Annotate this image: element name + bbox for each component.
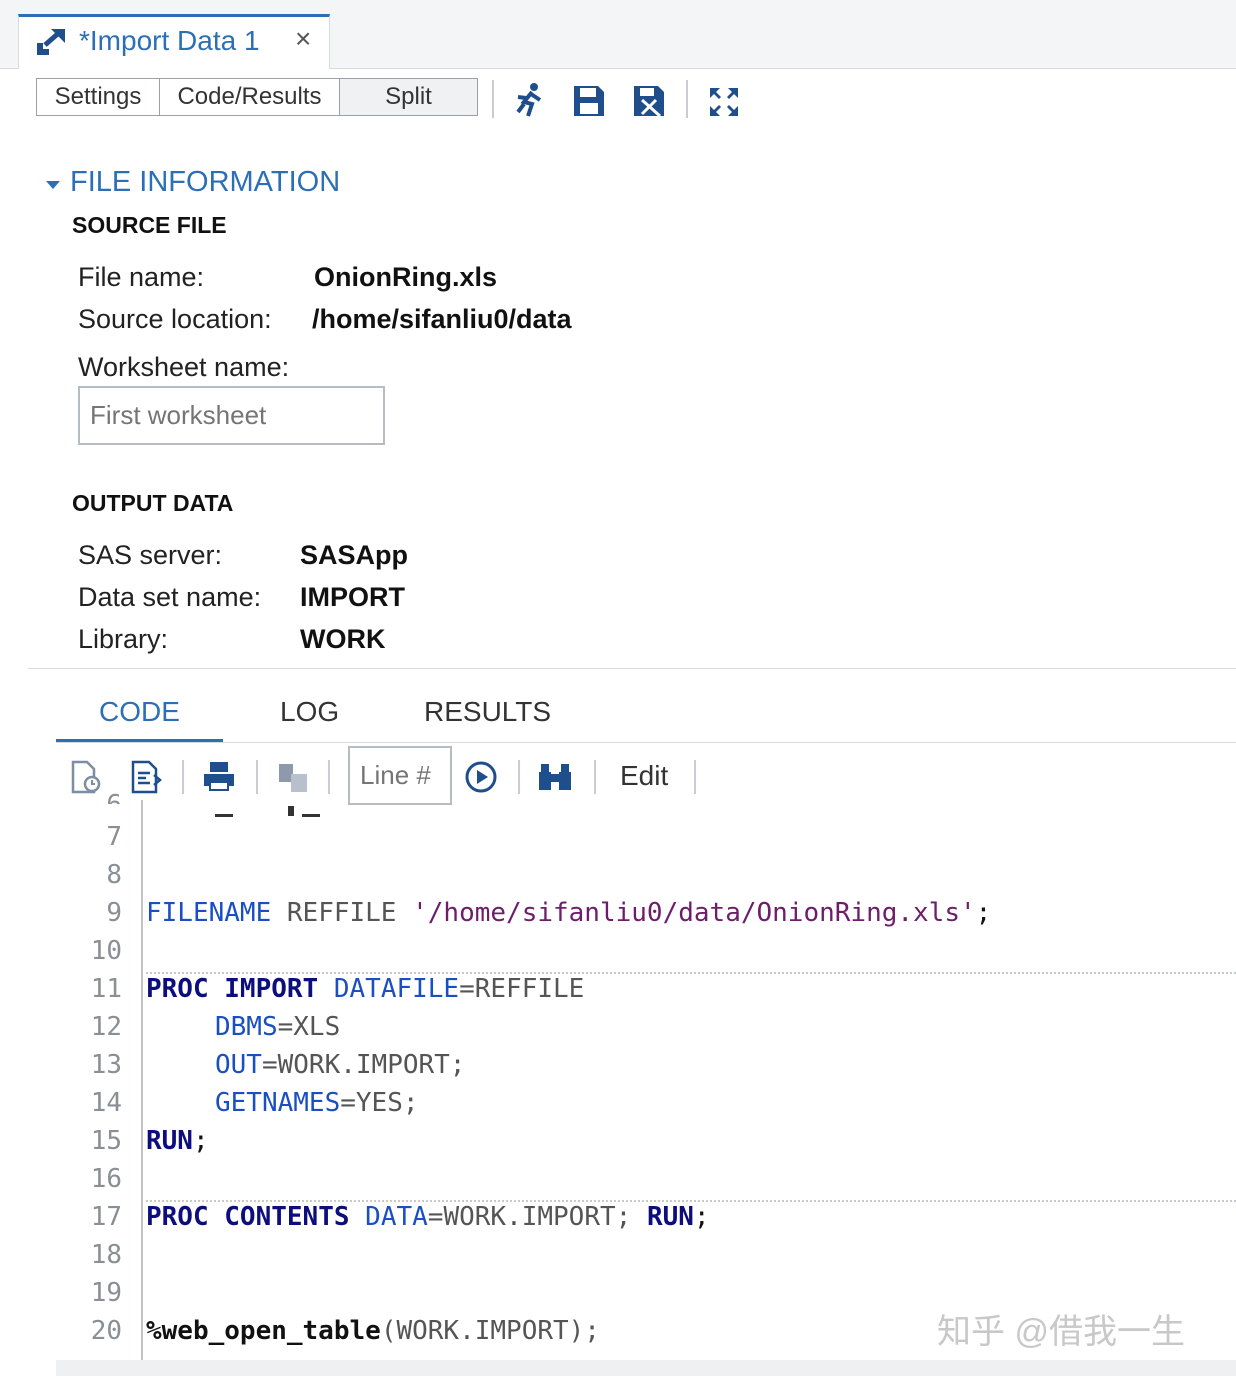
worksheet-input[interactable]	[78, 386, 385, 445]
code-line-12: DBMS=XLS	[215, 1012, 341, 1042]
line-number: 8	[106, 860, 122, 890]
toolbar-divider	[328, 760, 330, 794]
line-number: 20	[90, 1316, 122, 1346]
worksheet-label: Worksheet name:	[78, 352, 290, 382]
line-number: 17	[90, 1202, 122, 1232]
toolbar-divider	[686, 80, 688, 118]
tab-log[interactable]: LOG	[280, 696, 339, 728]
print-icon[interactable]	[202, 760, 236, 797]
code-line-9: FILENAME REFFILE '/home/sifanliu0/data/O…	[146, 898, 992, 928]
source-file-heading: SOURCE FILE	[72, 212, 227, 238]
file-name-label: File name:	[78, 262, 205, 292]
toolbar-divider	[518, 760, 520, 794]
maximize-icon[interactable]	[708, 86, 740, 123]
line-number: 9	[106, 898, 122, 928]
code-line-20: %web_open_table(WORK.IMPORT);	[146, 1316, 600, 1346]
source-location-label: Source location:	[78, 304, 272, 334]
section-title[interactable]: FILE INFORMATION	[70, 166, 340, 199]
copy-icon[interactable]	[276, 762, 310, 799]
line-number-gutter: 6 7 8 9 10 11 12 13 14 15 16 17 18 19 20	[56, 790, 142, 1360]
toolbar-divider	[256, 760, 258, 794]
line-number: 10	[90, 936, 122, 966]
line-number: 13	[90, 1050, 122, 1080]
dataset-name-value: IMPORT	[300, 582, 405, 612]
tab-title: *Import Data 1	[79, 25, 260, 56]
file-name-value: OnionRing.xls	[314, 262, 498, 292]
import-icon	[35, 27, 67, 62]
divider	[56, 742, 1236, 743]
code-line-15: RUN;	[146, 1126, 209, 1156]
gutter-border	[141, 800, 143, 1360]
source-location-value: /home/sifanliu0/data	[312, 304, 572, 334]
library-label: Library:	[78, 624, 169, 654]
toolbar-divider	[182, 760, 184, 794]
line-number-partial: 6	[42, 790, 122, 804]
horizontal-scrollbar[interactable]	[56, 1360, 1236, 1376]
find-binoculars-icon[interactable]	[538, 760, 572, 797]
dataset-name-label: Data set name:	[78, 582, 262, 612]
save-as-icon[interactable]	[632, 84, 666, 123]
line-number: 18	[90, 1240, 122, 1270]
settings-button[interactable]: Settings	[36, 78, 160, 116]
go-to-line-icon[interactable]	[464, 760, 498, 799]
sas-server-value: SASApp	[300, 540, 408, 570]
line-number: 15	[90, 1126, 122, 1156]
line-number: 19	[90, 1278, 122, 1308]
line-number: 7	[106, 822, 122, 852]
sas-server-label: SAS server:	[78, 540, 223, 570]
edit-menu[interactable]: Edit	[620, 760, 668, 792]
toolbar-divider	[594, 760, 596, 794]
line-number-input[interactable]	[348, 746, 452, 805]
code-line-17: PROC CONTENTS DATA=WORK.IMPORT; RUN;	[146, 1202, 710, 1232]
line-number: 16	[90, 1164, 122, 1194]
output-data-heading: OUTPUT DATA	[72, 490, 234, 516]
line-number: 14	[90, 1088, 122, 1118]
code-line-14: GETNAMES=YES;	[215, 1088, 419, 1118]
library-value: WORK	[300, 624, 386, 654]
split-button[interactable]: Split	[339, 78, 478, 116]
toolbar-divider	[492, 80, 494, 118]
close-icon[interactable]: ×	[295, 23, 311, 55]
tab-code[interactable]: CODE	[99, 696, 180, 728]
format-code-icon[interactable]	[130, 760, 162, 799]
code-results-button[interactable]: Code/Results	[159, 78, 340, 116]
watermark: 知乎 @借我一生	[937, 1313, 1185, 1351]
line-number: 11	[90, 974, 122, 1004]
toolbar-divider	[694, 760, 696, 794]
save-icon[interactable]	[572, 84, 606, 123]
code-editor[interactable]: FILENAME REFFILE '/home/sifanliu0/data/O…	[146, 800, 1236, 1360]
tab-import-data[interactable]: *Import Data 1 ×	[18, 14, 330, 69]
code-line-11: PROC IMPORT DATAFILE=REFFILE	[146, 974, 585, 1004]
tab-results[interactable]: RESULTS	[424, 696, 551, 728]
collapse-triangle-icon[interactable]	[44, 178, 62, 197]
code-line-13: OUT=WORK.IMPORT;	[215, 1050, 466, 1080]
divider	[28, 668, 1236, 669]
line-number: 12	[90, 1012, 122, 1042]
run-icon[interactable]	[512, 82, 548, 123]
